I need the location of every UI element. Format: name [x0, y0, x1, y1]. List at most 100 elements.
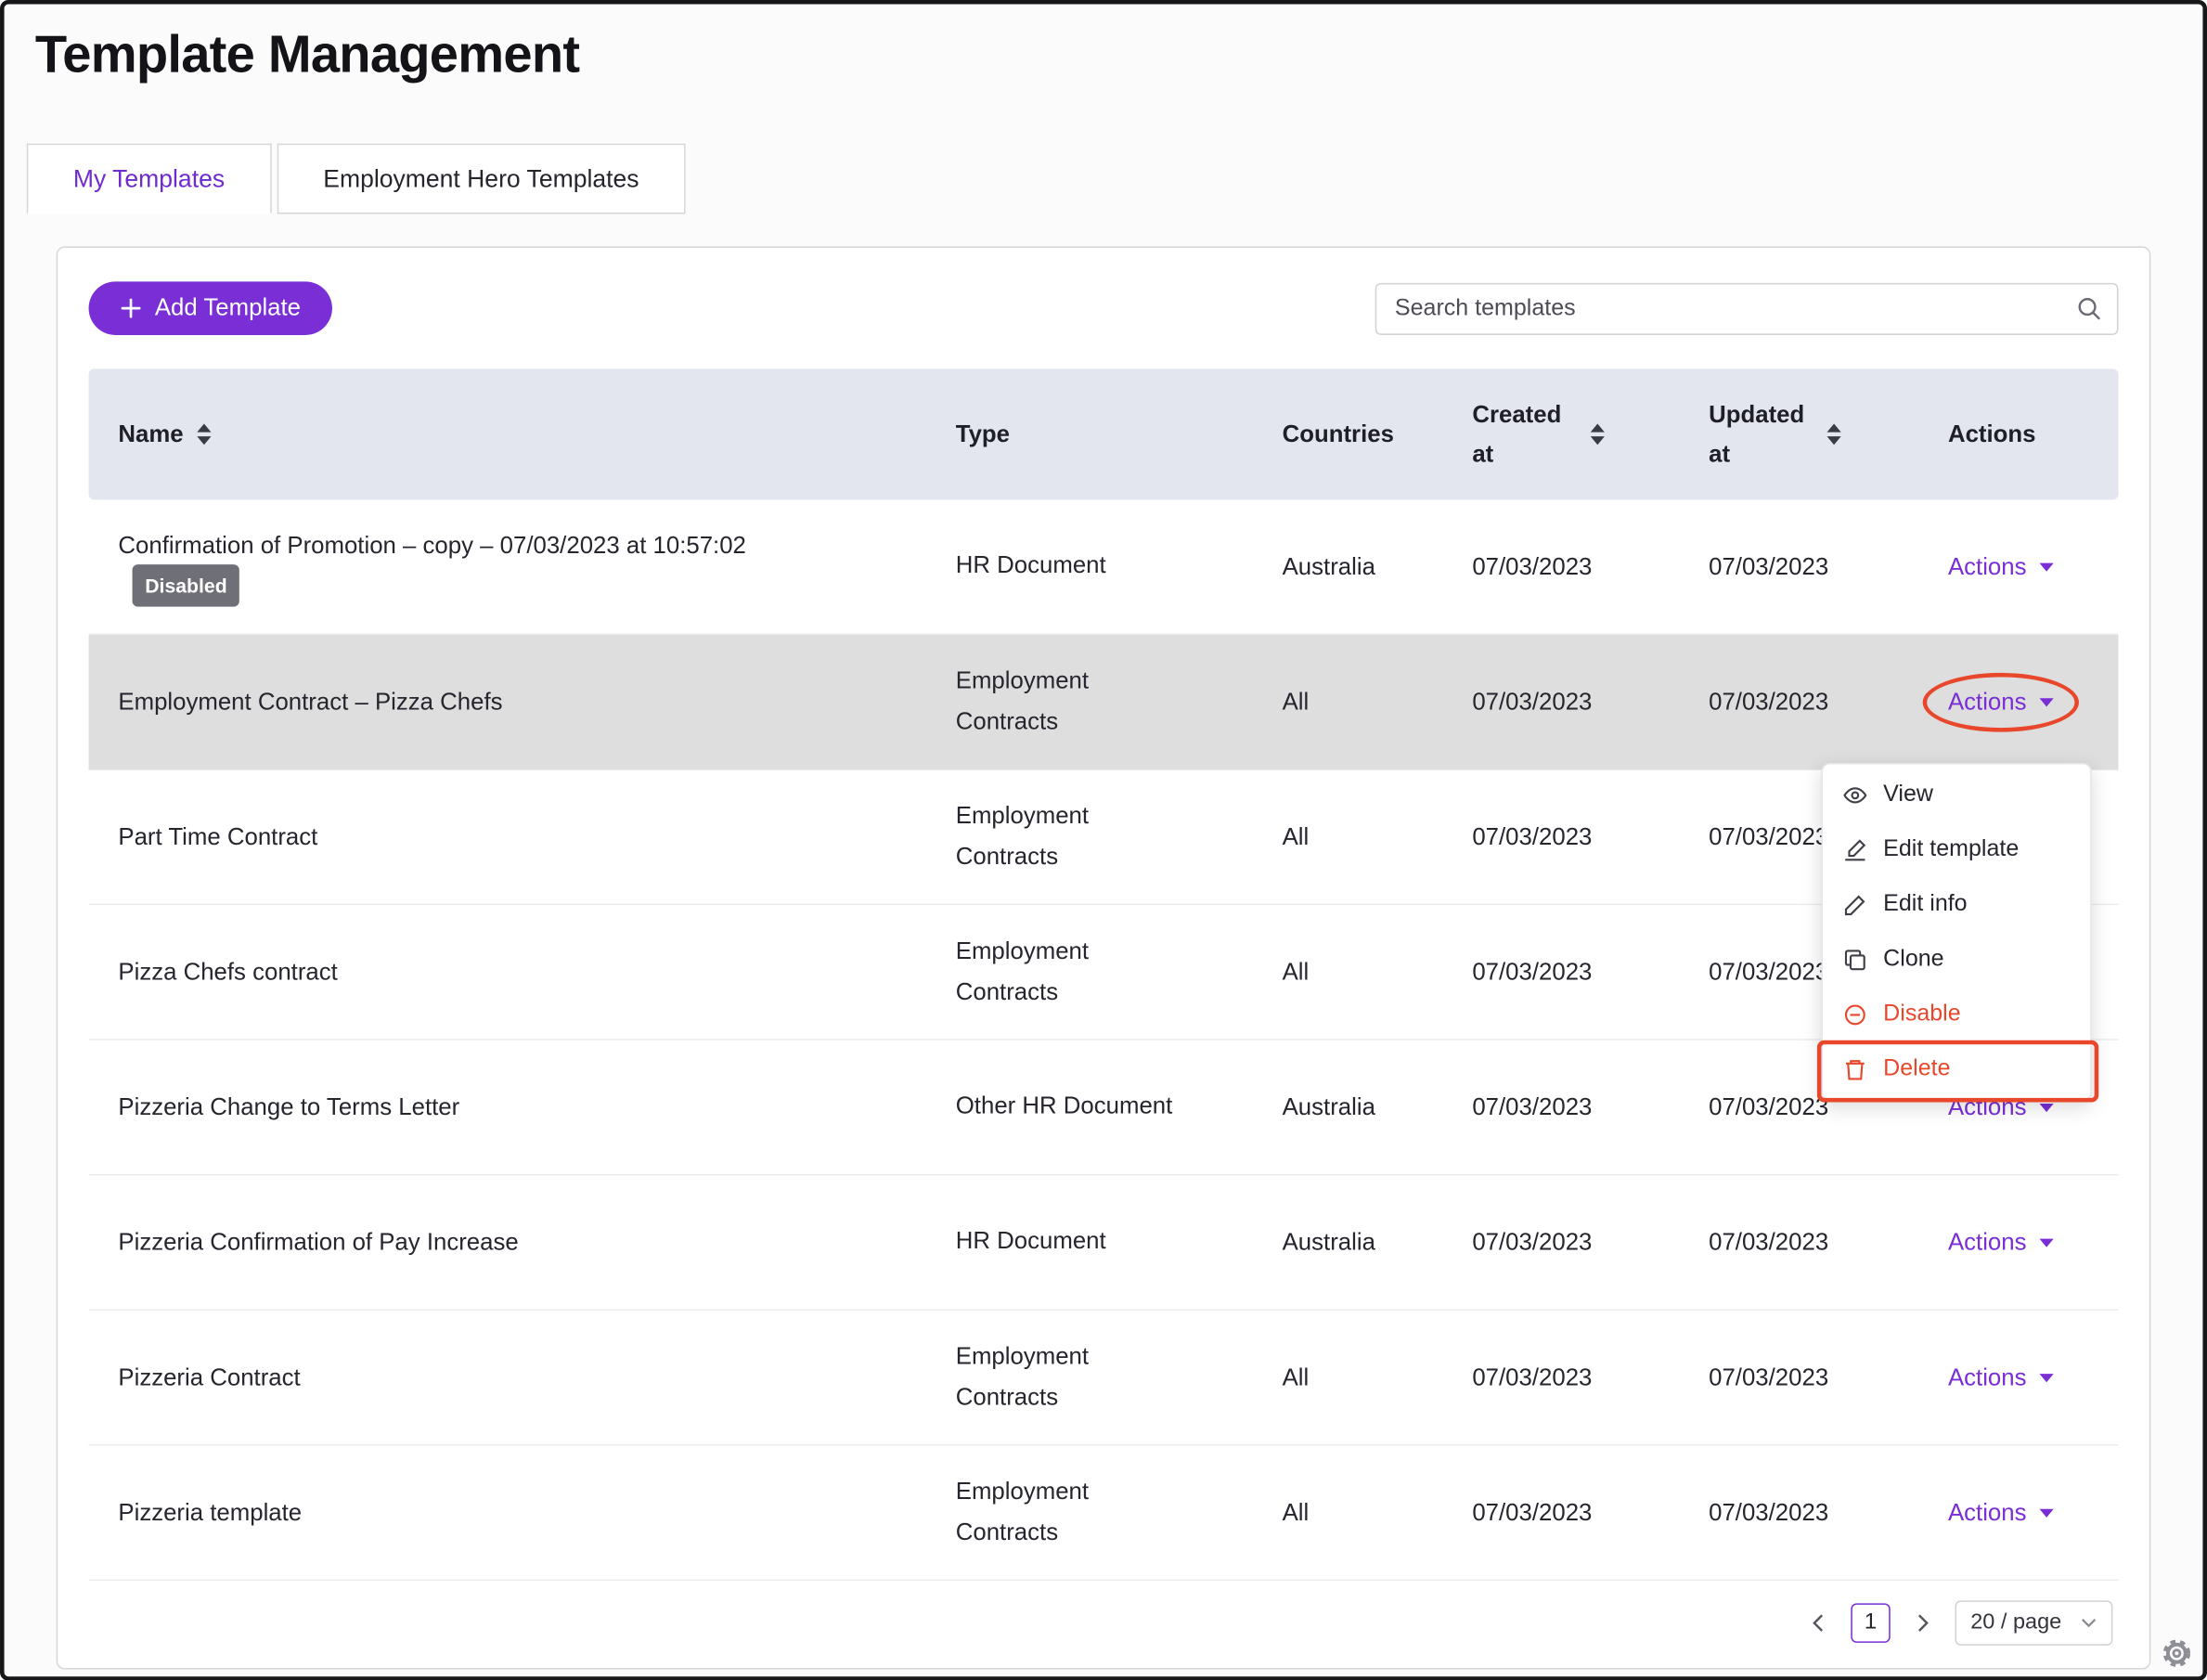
- countries-cell: Australia: [1283, 1093, 1473, 1121]
- trash-icon: [1842, 1056, 1867, 1081]
- sort-icon[interactable]: [198, 423, 212, 445]
- pagination: 1 20 / page: [89, 1600, 2113, 1646]
- template-name: Pizzeria template: [118, 1499, 302, 1526]
- edit-template-icon: [1842, 837, 1867, 862]
- type-cell: Employment Contracts: [956, 661, 1283, 743]
- search-icon: [2076, 295, 2101, 320]
- name-cell: Pizza Chefs contract: [89, 953, 956, 991]
- menu-item-edit-template[interactable]: Edit template: [1823, 822, 2090, 877]
- table-header: Name Type Countries Created at Updated a…: [89, 368, 2119, 499]
- countries-cell: Australia: [1283, 552, 1473, 580]
- template-name: Pizzeria Confirmation of Pay Increase: [118, 1229, 518, 1256]
- column-header-updated-at[interactable]: Updated at: [1709, 396, 1948, 472]
- actions-label: Actions: [1948, 552, 2027, 580]
- search-box: [1375, 282, 2119, 334]
- column-header-type: Type: [956, 420, 1283, 448]
- table-row: Pizzeria template Employment Contracts A…: [89, 1446, 2119, 1582]
- type-cell: Employment Contracts: [956, 1337, 1283, 1418]
- actions-label: Actions: [1948, 688, 2027, 716]
- template-name: Confirmation of Promotion – copy – 07/03…: [118, 532, 746, 559]
- actions-dropdown-trigger[interactable]: Actions: [1948, 688, 2053, 716]
- caret-down-icon: [2039, 1103, 2053, 1111]
- name-cell: Part Time Contract: [89, 818, 956, 856]
- screen: Template Management My Templates Employm…: [0, 0, 2207, 1680]
- actions-dropdown-trigger[interactable]: Actions: [1948, 1498, 2053, 1526]
- menu-item-label: Delete: [1883, 1055, 1950, 1082]
- countries-cell: All: [1283, 822, 1473, 850]
- type-cell: Employment Contracts: [956, 931, 1283, 1013]
- actions-label: Actions: [1948, 1363, 2027, 1391]
- table-row: Pizzeria Contract Employment Contracts A…: [89, 1311, 2119, 1446]
- tab-label: Employment Hero Templates: [323, 164, 639, 194]
- table-row: Pizza Chefs contract Employment Contract…: [89, 905, 2119, 1040]
- actions-dropdown-trigger[interactable]: Actions: [1948, 552, 2053, 580]
- created-at-cell: 07/03/2023: [1472, 822, 1709, 850]
- template-name: Part Time Contract: [118, 823, 317, 850]
- column-label: Actions: [1948, 420, 2036, 448]
- actions-dropdown-trigger[interactable]: Actions: [1948, 1228, 2053, 1256]
- created-at-cell: 07/03/2023: [1472, 1093, 1709, 1121]
- menu-item-label: View: [1883, 782, 1933, 808]
- disabled-status-badge: Disabled: [133, 564, 240, 607]
- name-cell: Pizzeria Confirmation of Pay Increase: [89, 1223, 956, 1261]
- tab-label: My Templates: [73, 164, 225, 194]
- toolbar: Add Template: [89, 281, 2119, 335]
- chevron-left-icon: [1812, 1613, 1826, 1633]
- column-label: Updated at: [1709, 396, 1813, 472]
- type-cell: HR Document: [956, 547, 1283, 588]
- sort-icon[interactable]: [1827, 423, 1841, 445]
- actions-dropdown-trigger[interactable]: Actions: [1948, 1363, 2053, 1391]
- caret-down-icon: [2039, 697, 2053, 705]
- prev-page-button[interactable]: [1803, 1605, 1834, 1641]
- updated-at-cell: 07/03/2023: [1709, 688, 1948, 716]
- chevron-down-icon: [2081, 1618, 2097, 1629]
- menu-item-label: Edit info: [1883, 891, 1967, 918]
- templates-panel: Add Template Name Type Countries Created: [57, 246, 2151, 1669]
- created-at-cell: 07/03/2023: [1472, 1228, 1709, 1256]
- updated-at-cell: 07/03/2023: [1709, 1228, 1948, 1256]
- actions-cell: Actions: [1948, 552, 2115, 580]
- type-cell: Other HR Document: [956, 1087, 1283, 1128]
- search-input[interactable]: [1375, 282, 2119, 334]
- add-template-button[interactable]: Add Template: [89, 281, 332, 335]
- column-header-actions: Actions: [1948, 420, 2115, 448]
- menu-item-label: Disable: [1883, 1001, 1960, 1027]
- table-row: Pizzeria Confirmation of Pay Increase HR…: [89, 1175, 2119, 1311]
- actions-cell: Actions: [1948, 1498, 2115, 1526]
- menu-item-delete[interactable]: Delete: [1823, 1041, 2090, 1096]
- actions-menu: View Edit template Edit info Clone: [1821, 763, 2091, 1101]
- template-name: Pizzeria Change to Terms Letter: [118, 1093, 459, 1120]
- tab-my-templates[interactable]: My Templates: [27, 144, 271, 214]
- menu-item-clone[interactable]: Clone: [1823, 932, 2090, 987]
- name-cell: Pizzeria template: [89, 1493, 956, 1531]
- chevron-right-icon: [1916, 1613, 1930, 1633]
- menu-item-view[interactable]: View: [1823, 768, 2090, 822]
- menu-item-label: Edit template: [1883, 836, 2019, 863]
- eye-icon: [1842, 782, 1867, 807]
- type-cell: Employment Contracts: [956, 1472, 1283, 1554]
- created-at-cell: 07/03/2023: [1472, 552, 1709, 580]
- page-size-select[interactable]: 20 / page: [1955, 1600, 2113, 1646]
- actions-label: Actions: [1948, 1498, 2027, 1526]
- created-at-cell: 07/03/2023: [1472, 958, 1709, 986]
- next-page-button[interactable]: [1907, 1605, 1938, 1641]
- menu-item-disable[interactable]: Disable: [1823, 987, 2090, 1041]
- column-label: Type: [956, 420, 1010, 448]
- settings-gear-icon[interactable]: [2161, 1637, 2193, 1670]
- caret-down-icon: [2039, 1373, 2053, 1381]
- name-cell: Employment Contract – Pizza Chefs: [89, 682, 956, 720]
- sort-icon[interactable]: [1591, 423, 1605, 445]
- type-cell: Employment Contracts: [956, 796, 1283, 878]
- tab-employment-hero-templates[interactable]: Employment Hero Templates: [277, 144, 685, 214]
- column-header-name[interactable]: Name: [89, 420, 956, 448]
- tab-bar: My Templates Employment Hero Templates: [27, 144, 2203, 214]
- column-label: Created at: [1472, 396, 1576, 472]
- menu-item-edit-info[interactable]: Edit info: [1823, 877, 2090, 932]
- column-header-created-at[interactable]: Created at: [1472, 396, 1709, 472]
- clone-icon: [1842, 947, 1867, 972]
- countries-cell: All: [1283, 1498, 1473, 1526]
- type-cell: HR Document: [956, 1221, 1283, 1262]
- template-name: Pizzeria Contract: [118, 1363, 300, 1390]
- current-page[interactable]: 1: [1851, 1603, 1890, 1642]
- column-header-countries: Countries: [1283, 420, 1473, 448]
